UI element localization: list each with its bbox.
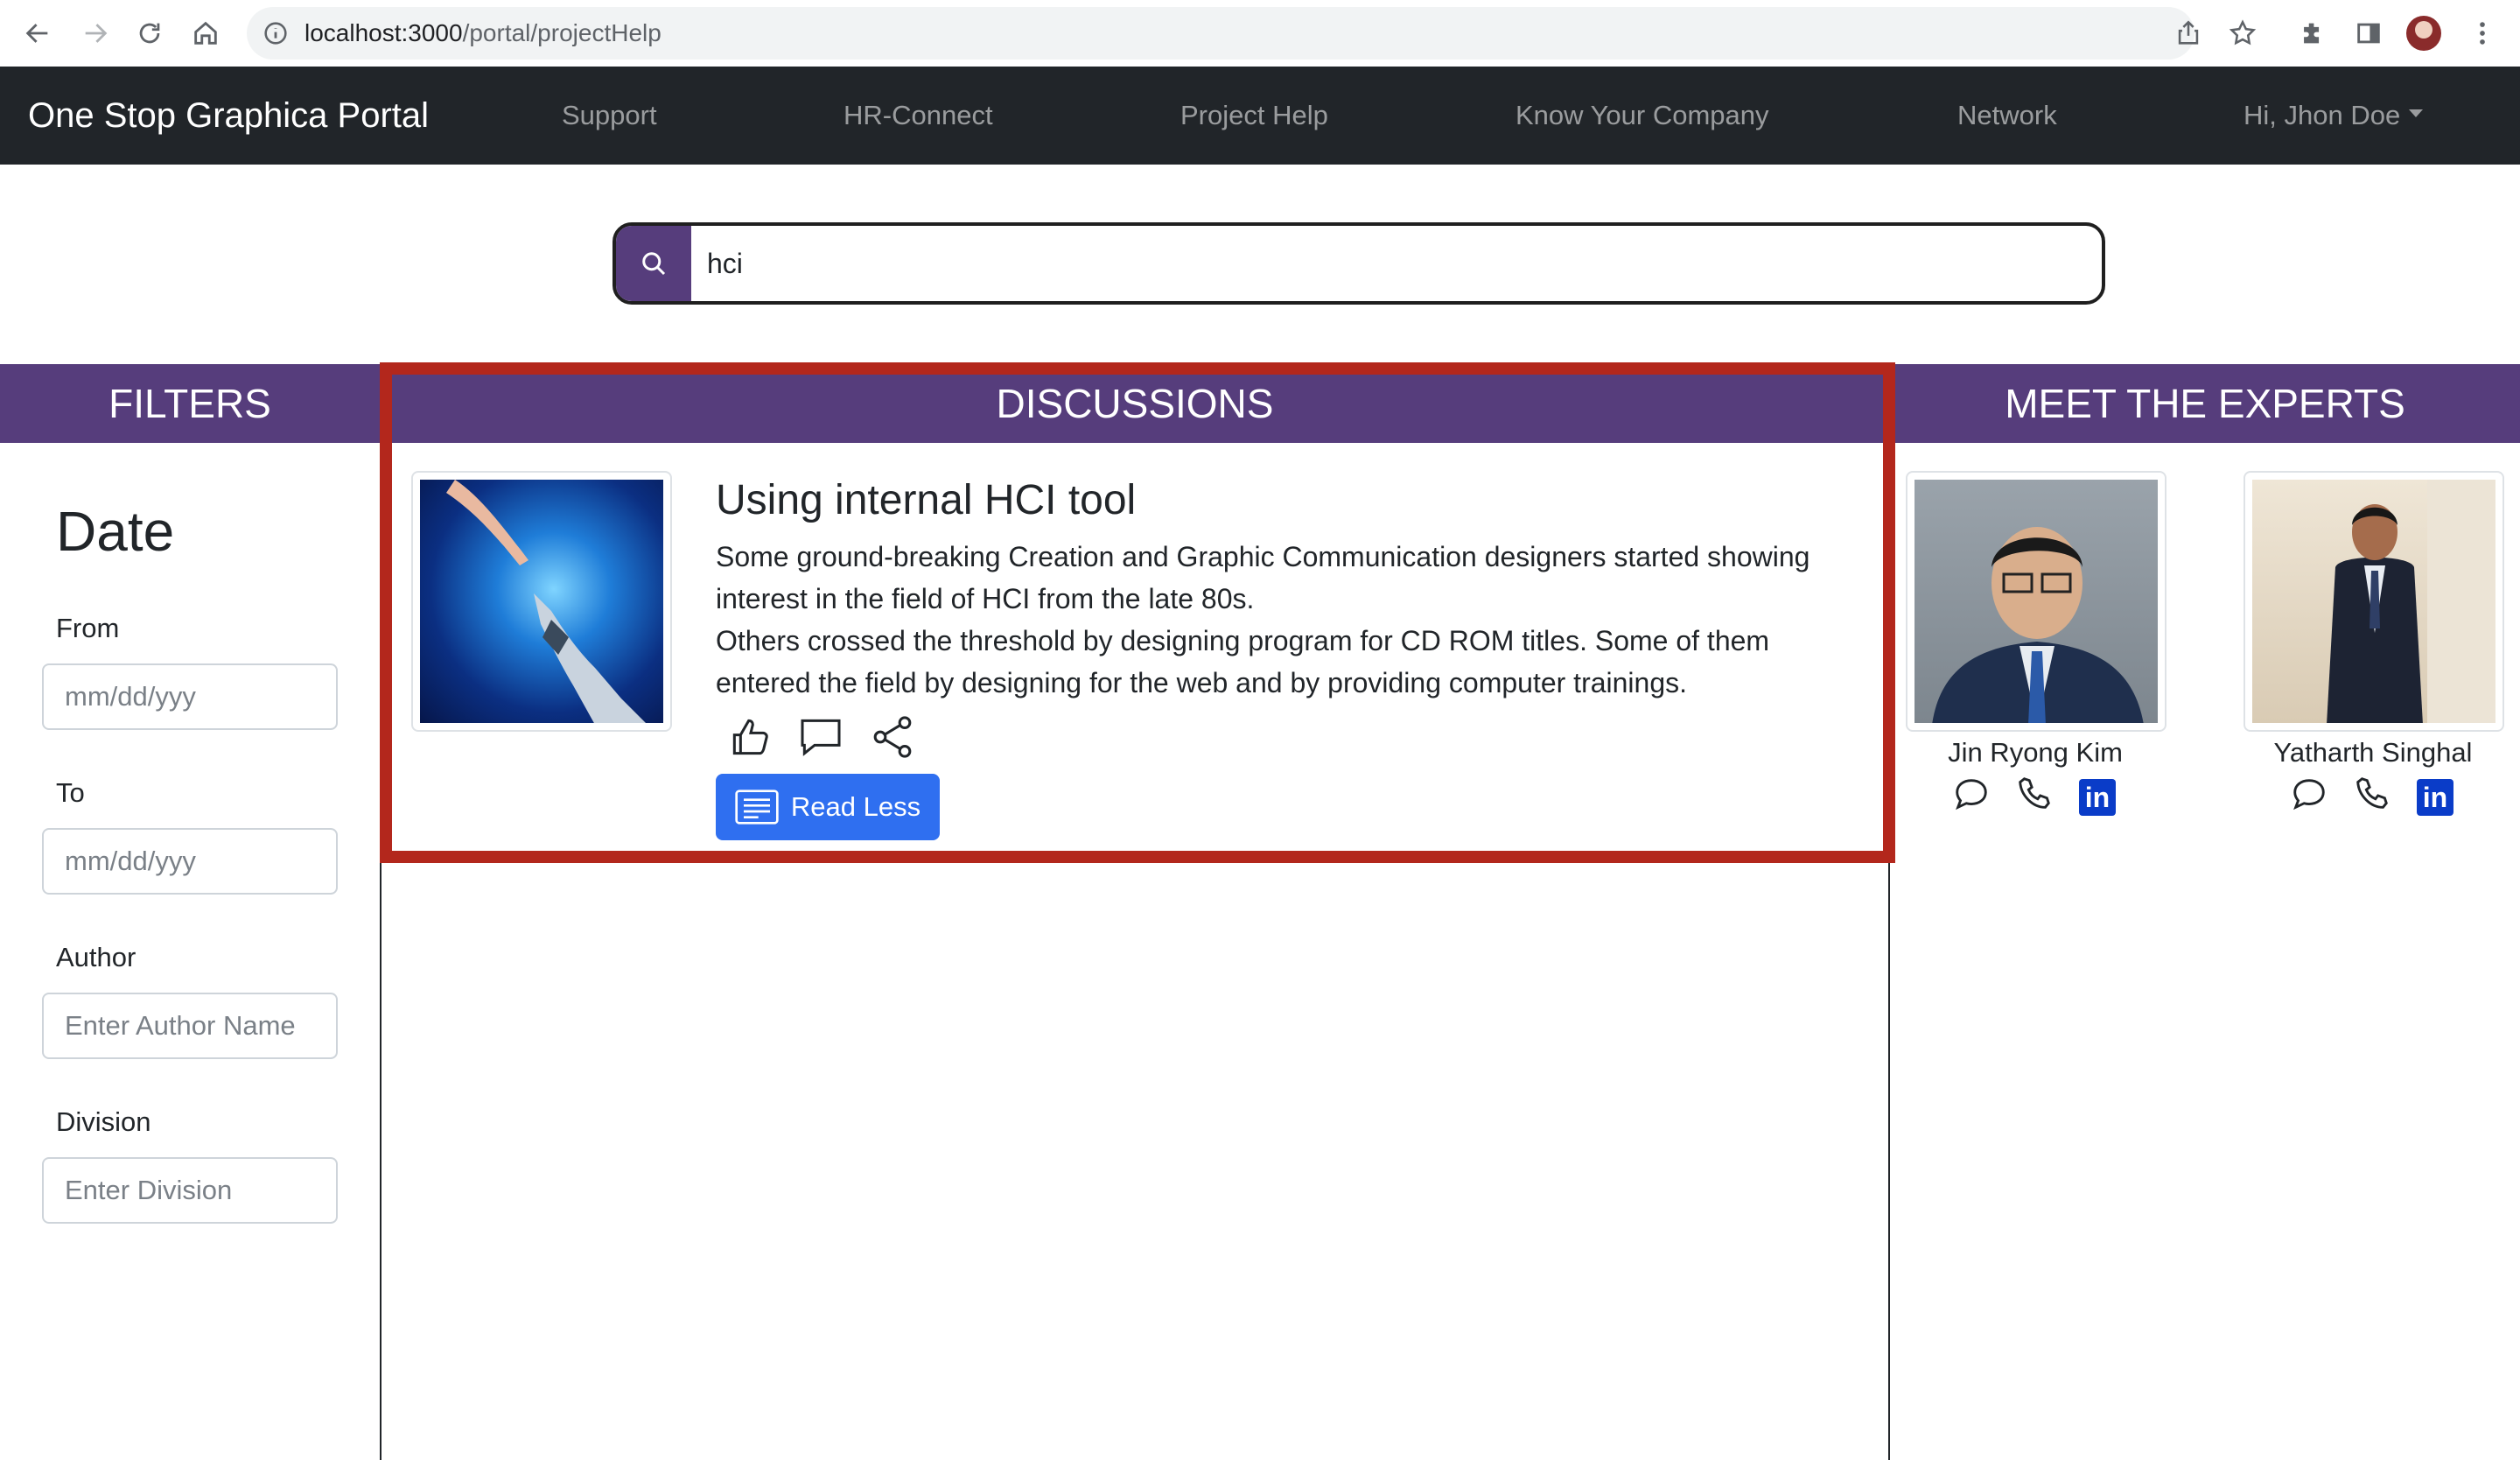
expert-photo[interactable] [1906,471,2166,732]
nav-hr-connect[interactable]: HR-Connect [844,67,993,165]
brand-logo-text[interactable]: One Stop Graphica Portal [28,67,429,165]
author-field[interactable] [42,993,338,1059]
division-label: Division [56,1106,151,1137]
chat-bubble-icon[interactable] [1951,774,1992,814]
url-text: localhost:3000/portal/projectHelp [304,7,662,60]
user-menu-dropdown[interactable]: Hi, Jhon Doe [2244,67,2424,165]
more-vert-icon[interactable] [2464,15,2501,52]
bookmark-star-icon[interactable] [2224,15,2261,52]
site-info-icon[interactable] [261,18,290,48]
side-panel-icon[interactable] [2350,15,2387,52]
discussions-right-border [1888,861,1890,1460]
extensions-puzzle-icon[interactable] [2294,15,2331,52]
profile-avatar[interactable] [2406,16,2441,51]
nav-support[interactable]: Support [562,67,657,165]
expert-name: Jin Ryong Kim [1948,737,2123,768]
share-icon[interactable] [2170,15,2207,52]
to-date-field[interactable] [42,828,338,895]
user-menu-label: Hi, Jhon Doe [2244,100,2401,130]
linkedin-icon[interactable]: in [2079,779,2116,816]
expert-portrait-image [2252,480,2496,723]
expert-portrait-image [1914,480,2158,723]
browser-toolbar: localhost:3000/portal/projectHelp [0,0,2520,67]
experts-header: MEET THE EXPERTS [1890,364,2520,443]
search-button[interactable] [616,226,691,301]
url-host: localhost:3000 [304,19,463,46]
expert-name: Yatharth Singhal [2273,737,2473,768]
nav-network[interactable]: Network [1957,67,2057,165]
caret-down-icon [2409,109,2424,118]
home-icon[interactable] [187,15,224,52]
back-arrow-icon[interactable] [19,15,56,52]
chat-bubble-icon[interactable] [2289,774,2329,814]
search-icon [642,252,666,276]
expert-photo[interactable] [2244,471,2504,732]
from-date-field[interactable] [42,663,338,730]
forward-arrow-icon[interactable] [77,15,114,52]
top-navbar: One Stop Graphica Portal Support HR-Conn… [0,67,2520,165]
url-path: /portal/projectHelp [462,19,662,46]
search-input[interactable] [691,226,2102,301]
search-bar [612,222,2105,305]
nav-project-help[interactable]: Project Help [1180,67,1328,165]
reload-icon[interactable] [131,15,168,52]
phone-icon[interactable] [2352,774,2392,814]
linkedin-icon[interactable]: in [2417,779,2454,816]
filters-header: FILTERS [0,364,380,443]
address-bar[interactable]: localhost:3000/portal/projectHelp [247,7,2194,60]
division-field[interactable] [42,1157,338,1224]
from-label: From [56,613,120,643]
discussions-left-border [380,861,382,1460]
nav-know-your-company[interactable]: Know Your Company [1516,67,1769,165]
phone-icon[interactable] [2014,774,2054,814]
author-label: Author [56,942,136,972]
discussions-highlight-box [380,362,1895,863]
date-filter-title: Date [56,500,175,563]
to-label: To [56,777,85,808]
